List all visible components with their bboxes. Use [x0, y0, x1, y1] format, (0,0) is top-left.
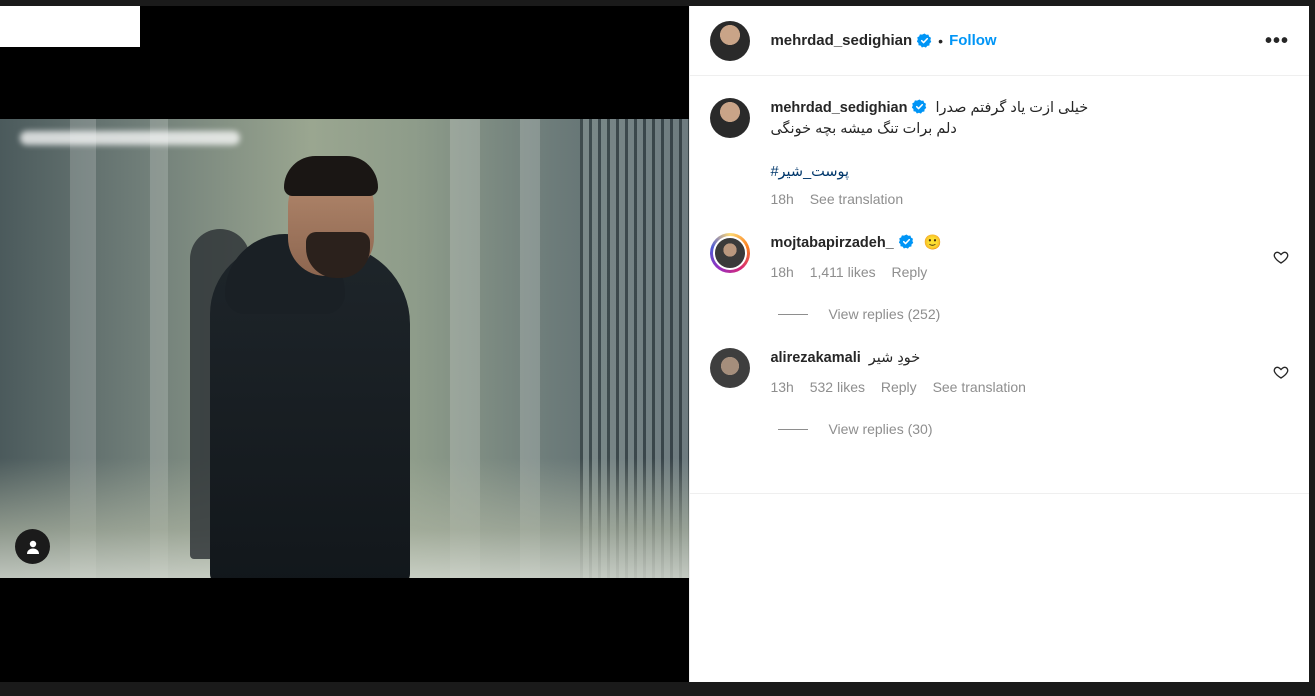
commenter-avatar[interactable]: [710, 348, 751, 388]
comment-likes[interactable]: 532 likes: [810, 379, 865, 395]
more-options-icon[interactable]: •••: [1265, 31, 1289, 51]
comment-meta: 18h 1,411 likes Reply: [770, 264, 1289, 280]
comment-meta: 13h 532 likes Reply See translation: [770, 379, 1289, 395]
comment-item: alirezakamali خودِ شیر 13h 532 likes Rep…: [710, 348, 1289, 395]
heart-outline-icon[interactable]: [1273, 364, 1289, 380]
user-tag-button[interactable]: [15, 529, 50, 564]
author-username[interactable]: mehrdad_sedighian: [770, 32, 912, 49]
comment-time: 13h: [770, 379, 794, 395]
separator-dot: •: [938, 32, 944, 49]
post-caption: mehrdad_sedighian خیلی ازت یاد گرفتم صدر…: [710, 76, 1289, 207]
author-avatar[interactable]: [710, 20, 751, 61]
comment-body: alirezakamali خودِ شیر 13h 532 likes Rep…: [770, 348, 1289, 395]
see-translation-link[interactable]: See translation: [810, 191, 903, 207]
post-header: mehrdad_sedighian • Follow •••: [690, 6, 1309, 76]
caption-body: mehrdad_sedighian خیلی ازت یاد گرفتم صدر…: [770, 98, 1289, 207]
caption-text-line2: دلم برات تنگ میشه بچه خونگی: [770, 121, 957, 137]
view-replies-label: View replies (252): [828, 306, 941, 322]
caption-username[interactable]: mehrdad_sedighian: [770, 100, 907, 116]
replies-line: [778, 313, 809, 315]
comment-text: خودِ شیر: [868, 350, 921, 366]
heart-outline-icon[interactable]: [1273, 249, 1289, 265]
comment-likes[interactable]: 1,411 likes: [810, 264, 876, 280]
verified-badge-icon: [912, 99, 927, 114]
caption-text-line1: خیلی ازت یاد گرفتم صدرا: [935, 100, 1089, 116]
reply-button[interactable]: Reply: [881, 379, 917, 395]
verified-badge-icon: [898, 234, 913, 249]
user-tag-icon: [26, 540, 39, 554]
comment-item: mojtabapirzadeh_ 🙂 18h 1,411 likes Reply: [710, 233, 1289, 280]
caption-hashtag[interactable]: #پوست_شیر: [770, 164, 849, 180]
man-in-black-jacket: [210, 154, 420, 578]
comment-list: mehrdad_sedighian خیلی ازت یاد گرفتم صدر…: [690, 76, 1309, 437]
view-replies-label: View replies (30): [828, 421, 933, 437]
white-patch: [0, 6, 140, 47]
panel-divider: [690, 493, 1309, 494]
view-replies-button[interactable]: View replies (252): [778, 306, 1289, 322]
comment-body: mojtabapirzadeh_ 🙂 18h 1,411 likes Reply: [770, 233, 1289, 280]
comment-time: 18h: [770, 264, 794, 280]
commenter-username[interactable]: mojtabapirzadeh_: [770, 235, 893, 251]
view-replies-button[interactable]: View replies (30): [778, 421, 1289, 437]
reply-button[interactable]: Reply: [892, 264, 928, 280]
comment-line: alirezakamali خودِ شیر: [770, 348, 1289, 369]
follow-button[interactable]: Follow: [949, 32, 997, 49]
caption-avatar[interactable]: [710, 98, 751, 138]
ceiling-light: [20, 131, 240, 145]
hair: [284, 156, 378, 196]
comment-line: mojtabapirzadeh_ 🙂: [770, 233, 1289, 254]
caption-meta: 18h See translation: [770, 191, 1289, 207]
post-side-panel: mehrdad_sedighian • Follow ••• mehrdad_s…: [689, 6, 1309, 682]
caption-line: mehrdad_sedighian خیلی ازت یاد گرفتم صدر…: [770, 98, 1289, 119]
commenter-avatar[interactable]: [710, 233, 751, 273]
replies-line: [778, 428, 809, 430]
see-translation-link[interactable]: See translation: [933, 379, 1026, 395]
caption-time: 18h: [770, 191, 794, 207]
comment-text: 🙂: [923, 235, 942, 251]
post-photo[interactable]: [0, 119, 690, 578]
post-modal: mehrdad_sedighian • Follow ••• mehrdad_s…: [0, 6, 1309, 682]
avatar-image: [713, 236, 748, 270]
post-media: [0, 6, 690, 682]
commenter-username[interactable]: alirezakamali: [770, 350, 860, 366]
verified-badge-icon: [917, 33, 932, 48]
